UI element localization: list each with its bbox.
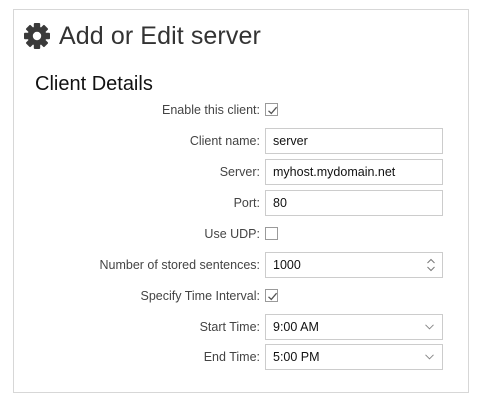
time-interval-checkbox[interactable] (265, 289, 278, 302)
server-label: Server: (219, 165, 260, 179)
client-name-label: Client name: (189, 134, 260, 148)
port-input[interactable]: 80 (265, 190, 443, 216)
stored-sentences-label: Number of stored sentences: (99, 258, 261, 272)
enable-client-checkbox[interactable] (265, 103, 278, 116)
chevron-down-icon (425, 354, 434, 360)
end-time-select[interactable]: 5:00 PM (265, 344, 443, 370)
server-input[interactable]: myhost.mydomain.net (265, 159, 443, 185)
use-udp-label: Use UDP: (204, 227, 260, 241)
enable-client-row: Enable this client: (0, 97, 482, 123)
server-row: Server: myhost.mydomain.net (0, 159, 482, 185)
port-row: Port: 80 (0, 190, 482, 216)
port-label: Port: (233, 196, 260, 210)
start-time-row: Start Time: 9:00 AM (0, 314, 482, 340)
use-udp-row: Use UDP: (0, 221, 482, 247)
spinner-arrows-icon[interactable] (426, 257, 436, 273)
time-interval-row: Specify Time Interval: (0, 283, 482, 309)
time-interval-label: Specify Time Interval: (140, 289, 261, 303)
stored-sentences-stepper[interactable]: 1000 (265, 252, 443, 278)
client-name-input[interactable]: server (265, 128, 443, 154)
dialog-header: Add or Edit server (23, 19, 261, 53)
start-time-select[interactable]: 9:00 AM (265, 314, 443, 340)
end-time-value: 5:00 PM (273, 350, 320, 364)
client-name-row: Client name: server (0, 128, 482, 154)
checkmark-icon (268, 106, 278, 115)
end-time-row: End Time: 5:00 PM (0, 344, 482, 370)
gear-icon (23, 22, 51, 50)
checkmark-icon (268, 292, 278, 301)
dialog-title: Add or Edit server (59, 21, 261, 50)
enable-client-label: Enable this client: (162, 103, 260, 117)
stored-sentences-row: Number of stored sentences: 1000 (0, 252, 482, 278)
start-time-label: Start Time: (199, 320, 260, 334)
use-udp-checkbox[interactable] (265, 227, 278, 240)
chevron-down-icon (425, 324, 434, 330)
stored-sentences-value: 1000 (273, 258, 301, 272)
start-time-value: 9:00 AM (273, 320, 319, 334)
section-title: Client Details (35, 73, 153, 95)
end-time-label: End Time: (203, 350, 260, 364)
